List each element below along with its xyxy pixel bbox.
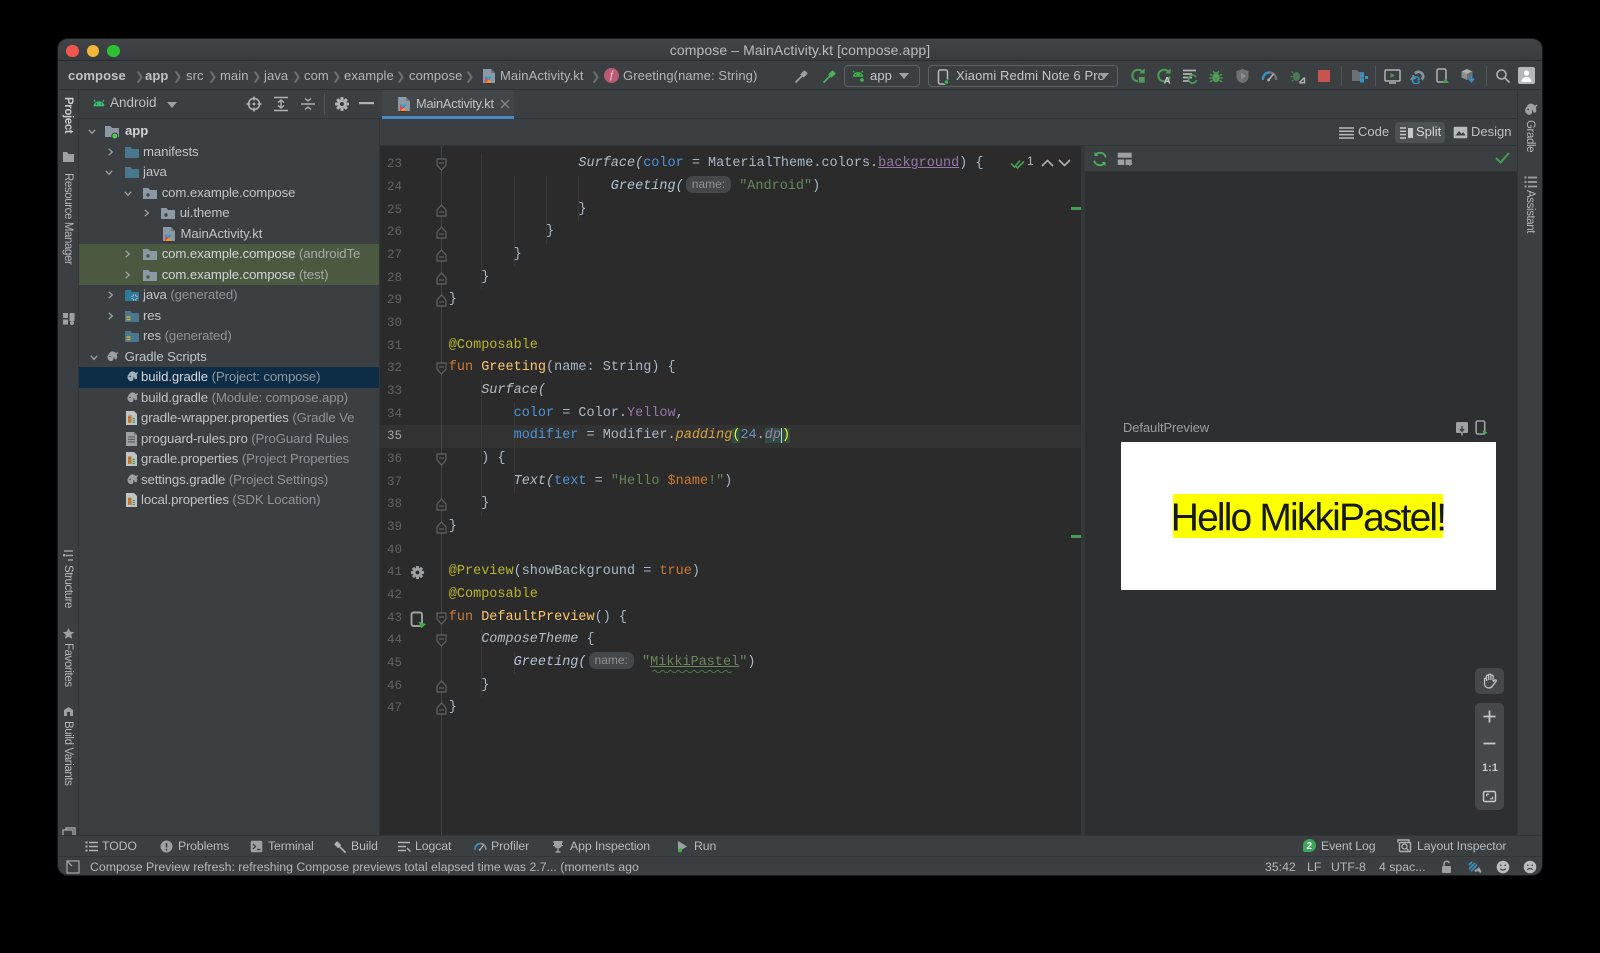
- svg-text:A: A: [1164, 76, 1171, 85]
